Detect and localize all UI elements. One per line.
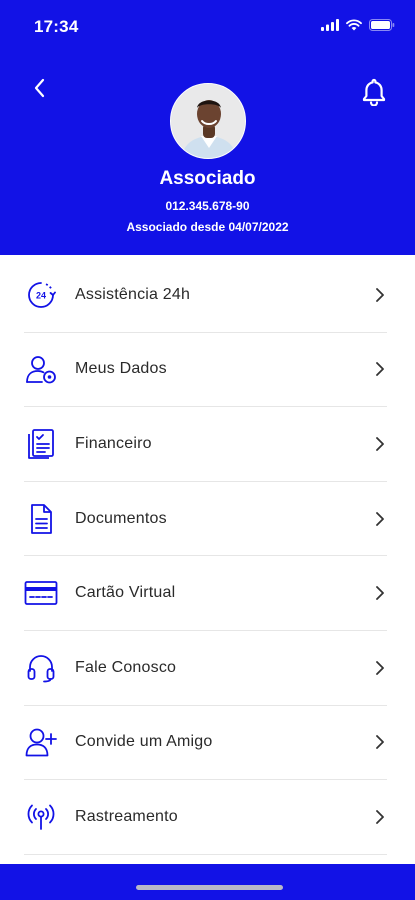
avatar-photo-icon [171,84,245,158]
menu-label-tracking: Rastreamento [75,807,178,825]
menu-label-virtual-card: Cartão Virtual [75,584,176,602]
svg-text:24: 24 [36,290,46,300]
assistance-24h-icon: 24 [24,278,58,312]
menu-label-my-data: Meus Dados [75,360,167,378]
wifi-icon [346,18,362,36]
menu-label-invite-friend: Convide um Amigo [75,733,213,751]
menu-item-documents[interactable]: Documentos [24,482,387,557]
home-indicator[interactable] [136,885,283,890]
tracking-antenna-icon [24,800,58,834]
menu-item-my-data[interactable]: Meus Dados [24,333,387,408]
bell-icon [362,78,386,106]
chevron-right-icon [373,660,387,676]
menu-label-documents: Documentos [75,509,167,527]
menu-label-financial: Financeiro [75,434,152,452]
profile-document: 012.345.678-90 [165,199,250,213]
document-icon [24,502,58,536]
menu-item-tracking[interactable]: Rastreamento [24,780,387,855]
menu-item-invite-friend[interactable]: Convide um Amigo [24,706,387,781]
menu-item-financial[interactable]: Financeiro [24,407,387,482]
menu-item-contact[interactable]: Fale Conosco [24,631,387,706]
status-time: 17:34 [34,17,79,36]
chevron-right-icon [373,287,387,303]
user-settings-icon [24,352,58,386]
notifications-button[interactable] [359,76,389,108]
menu-label-assistance: Assistência 24h [75,285,191,303]
card-icon [24,576,58,610]
profile-member-since: Associado desde 04/07/2022 [126,220,289,234]
chevron-right-icon [373,809,387,825]
bottom-bar [0,864,415,900]
chevron-right-icon [373,361,387,377]
add-user-icon [24,725,58,759]
status-icons [321,18,395,36]
profile-name: Associado [159,168,256,189]
financial-document-icon [24,427,58,461]
chevron-right-icon [373,511,387,527]
signal-icon [321,18,339,36]
menu-label-contact: Fale Conosco [75,658,177,676]
menu-item-assistance[interactable]: 24 Assistência 24h [24,258,387,333]
menu-item-virtual-card[interactable]: Cartão Virtual [24,556,387,631]
avatar[interactable] [170,83,246,159]
battery-icon [369,18,395,36]
chevron-right-icon [373,585,387,601]
status-bar: 17:34 [0,0,415,50]
profile-header: 17:34 Associado 012.345.678-90 Associado… [0,0,415,255]
headset-icon [24,651,58,685]
chevron-right-icon [373,734,387,750]
menu-list: 24 Assistência 24h Meus Dados Financeiro… [0,258,415,855]
chevron-right-icon [373,436,387,452]
back-chevron-icon [34,78,45,98]
back-button[interactable] [26,74,52,102]
